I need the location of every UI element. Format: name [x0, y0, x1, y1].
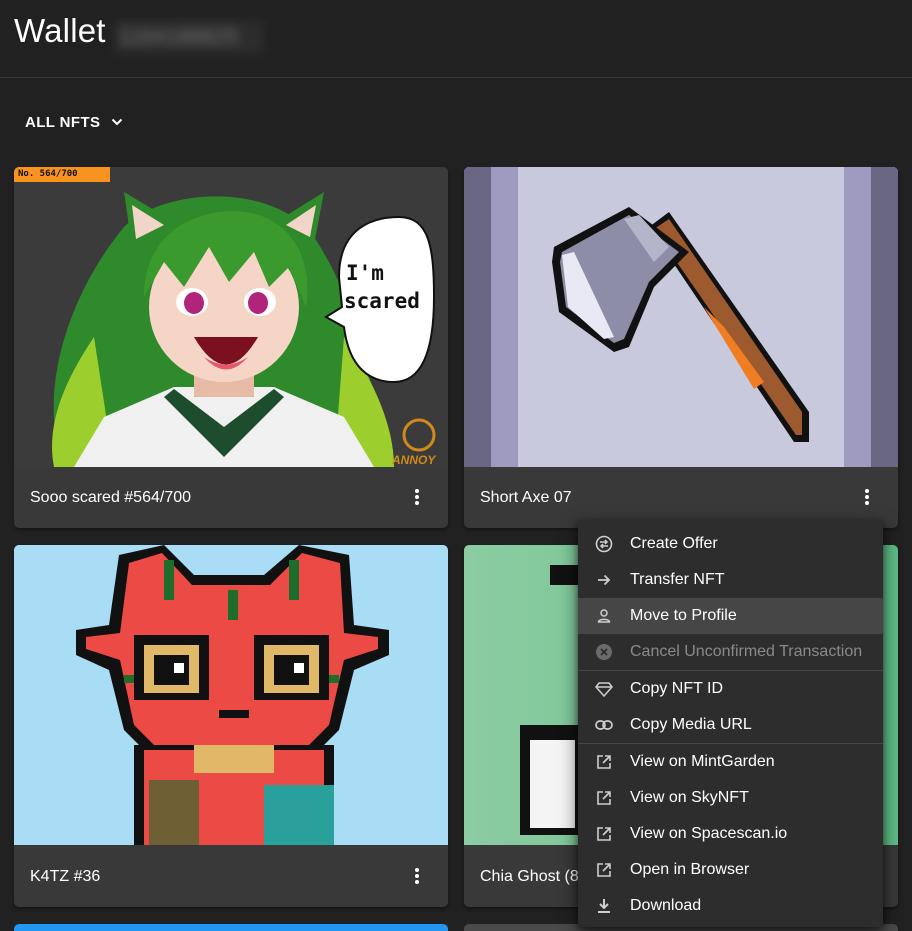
- menu-item-move-to-profile[interactable]: Move to Profile: [578, 598, 883, 634]
- nft-card[interactable]: I'm scared ANNOY No. 564/700 Sooo scared…: [14, 167, 448, 528]
- menu-item-label: Download: [630, 897, 702, 914]
- nft-filter-dropdown[interactable]: ALL NFTS: [25, 110, 124, 134]
- nft-image: [14, 545, 448, 845]
- menu-item-transfer-nft[interactable]: Transfer NFT: [578, 562, 883, 598]
- menu-item-view-on-mintgarden[interactable]: View on MintGarden: [578, 744, 883, 780]
- more-options-button[interactable]: [854, 484, 880, 510]
- menu-item-label: Cancel Unconfirmed Transaction: [630, 643, 863, 660]
- wallet-fingerprint: 1164188825: [114, 20, 264, 54]
- app-header: Wallet 1164188825: [0, 0, 912, 78]
- external-link-icon: [594, 788, 614, 808]
- watermark-text: ANNOY: [391, 453, 436, 467]
- nft-image: I'm scared ANNOY No. 564/700: [14, 167, 448, 467]
- nft-name: Chia Ghost (8: [480, 868, 579, 885]
- nft-context-menu: Create Offer Transfer NFT Move to Profil…: [578, 520, 883, 927]
- swap-icon: [594, 534, 614, 554]
- menu-item-copy-nft-id[interactable]: Copy NFT ID: [578, 671, 883, 707]
- menu-item-label: View on Spacescan.io: [630, 825, 788, 842]
- menu-item-label: View on SkyNFT: [630, 789, 749, 806]
- diamond-icon: [594, 679, 614, 699]
- speech-line-1: I'm: [346, 261, 384, 285]
- menu-item-label: Move to Profile: [630, 607, 737, 624]
- download-icon: [594, 896, 614, 916]
- menu-item-label: View on MintGarden: [630, 753, 775, 770]
- more-vert-icon: [415, 489, 419, 505]
- menu-item-copy-media-url[interactable]: Copy Media URL: [578, 707, 883, 743]
- filter-label: ALL NFTS: [25, 113, 101, 131]
- cancel-circle-icon: [594, 642, 614, 662]
- menu-item-label: Copy NFT ID: [630, 680, 724, 697]
- menu-item-download[interactable]: Download: [578, 888, 883, 924]
- pixel-cat-illustration: [76, 545, 389, 845]
- external-link-icon: [594, 860, 614, 880]
- menu-item-view-on-spacescan[interactable]: View on Spacescan.io: [578, 816, 883, 852]
- menu-item-label: Open in Browser: [630, 861, 750, 878]
- page-title: Wallet: [14, 12, 106, 49]
- more-options-button[interactable]: [404, 863, 430, 889]
- nft-card[interactable]: Short Axe 07: [464, 167, 898, 528]
- nft-image: [464, 167, 898, 467]
- menu-item-view-on-skynft[interactable]: View on SkyNFT: [578, 780, 883, 816]
- more-vert-icon: [415, 868, 419, 884]
- menu-item-cancel-unconfirmed-transaction: Cancel Unconfirmed Transaction: [578, 634, 883, 670]
- nft-card[interactable]: K4TZ #36: [14, 545, 448, 907]
- more-vert-icon: [865, 489, 869, 505]
- external-link-icon: [594, 752, 614, 772]
- more-options-button[interactable]: [404, 484, 430, 510]
- menu-item-open-in-browser[interactable]: Open in Browser: [578, 852, 883, 888]
- chevron-down-icon: [112, 118, 123, 126]
- external-link-icon: [594, 824, 614, 844]
- menu-item-label: Create Offer: [630, 535, 718, 552]
- nft-name: K4TZ #36: [30, 868, 101, 885]
- menu-item-label: Transfer NFT: [630, 571, 725, 588]
- speech-line-2: scared: [344, 289, 420, 313]
- menu-item-label: Copy Media URL: [630, 716, 752, 733]
- nft-name: Sooo scared #564/700: [30, 489, 192, 506]
- anime-girl-illustration: I'm scared ANNOY: [52, 192, 436, 467]
- person-icon: [594, 606, 614, 626]
- link-icon: [594, 715, 614, 735]
- edition-badge: No. 564/700: [14, 167, 110, 182]
- nft-name: Short Axe 07: [480, 489, 572, 506]
- menu-item-create-offer[interactable]: Create Offer: [578, 526, 883, 562]
- nft-card-partial: [14, 924, 448, 931]
- arrow-right-icon: [594, 570, 614, 590]
- pixel-axe-illustration: [552, 207, 809, 442]
